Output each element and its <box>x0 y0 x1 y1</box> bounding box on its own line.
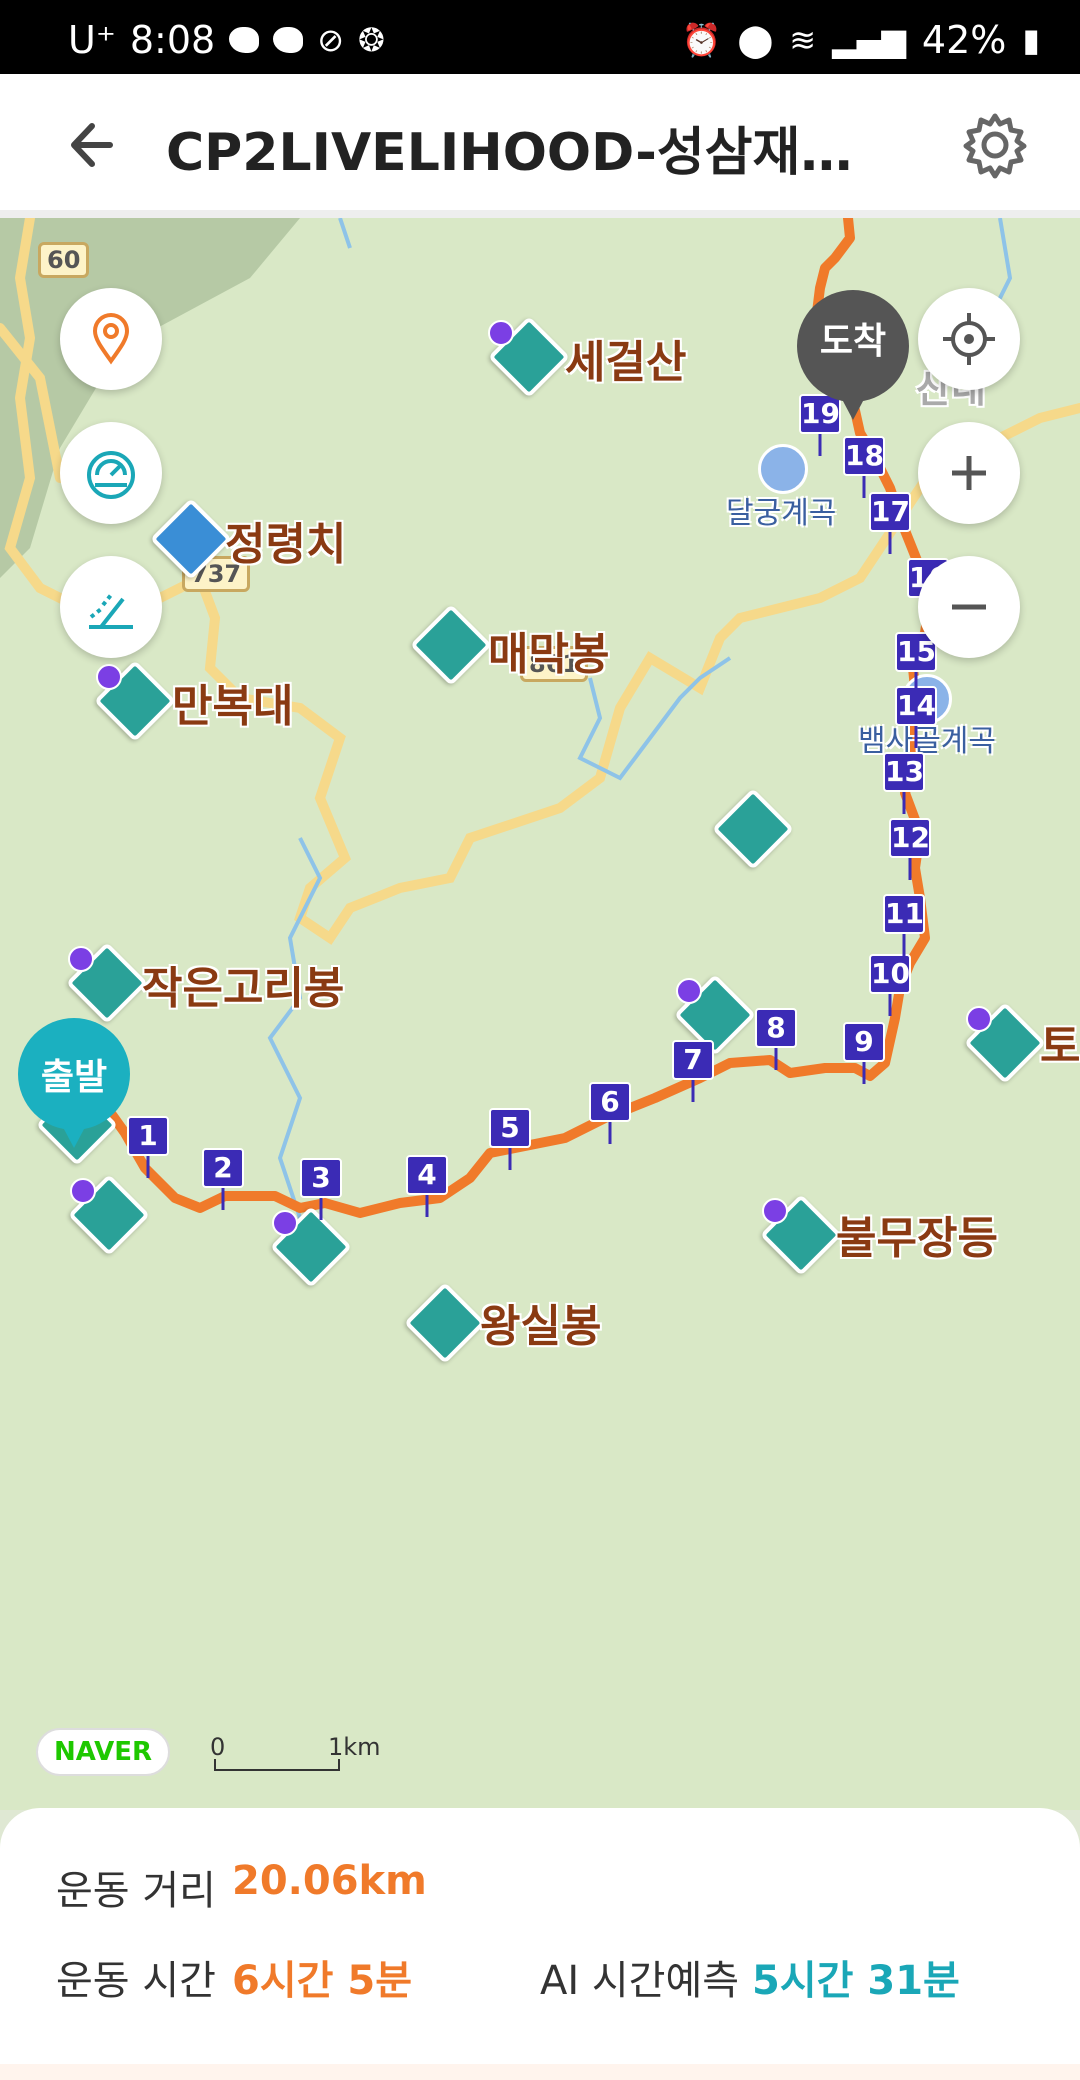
location-icon: ⬤ <box>737 21 774 59</box>
route-marker[interactable]: 9 <box>843 1022 885 1062</box>
waypoint-button[interactable] <box>60 288 162 390</box>
map-view[interactable]: 60 737 861 세걸산 정령치 매막봉 만복대 작은고리봉 토 불무장등 … <box>0 218 1080 1810</box>
alarm-icon: ⏰ <box>681 21 722 59</box>
wifi-icon: ≋ <box>789 21 817 59</box>
poi-label[interactable]: 토 <box>1040 1010 1080 1074</box>
route-marker[interactable]: 10 <box>869 954 911 994</box>
page-title: CP2LIVELIHOOD-성삼재-삼... <box>166 123 866 183</box>
signal-icon: ▂▄▆ <box>832 21 906 59</box>
app-bar: CP2LIVELIHOOD-성삼재-삼... <box>0 74 1080 218</box>
route-marker[interactable]: 5 <box>489 1108 531 1148</box>
route-marker[interactable]: 7 <box>672 1040 714 1080</box>
mountain-badge <box>966 1006 992 1032</box>
poi-label[interactable]: 만복대 <box>172 670 293 734</box>
mountain-badge <box>488 320 514 346</box>
end-pin[interactable]: 도착 <box>797 290 909 430</box>
back-arrow-icon <box>71 123 113 167</box>
scale-bar: 0 1km <box>210 1733 390 1773</box>
route-marker[interactable]: 2 <box>202 1148 244 1188</box>
water-label[interactable]: 달궁계곡 <box>726 488 836 532</box>
ai-time-value: 5시간 31분 <box>752 1958 960 2004</box>
ai-time-label: AI 시간예측 <box>540 1958 740 2004</box>
speedometer-icon <box>87 451 135 499</box>
crosshair-icon <box>943 313 995 365</box>
poi-label[interactable]: 불무장등 <box>836 1202 998 1266</box>
route-marker[interactable]: 17 <box>869 492 911 532</box>
mountain-badge <box>68 946 94 972</box>
poi-label[interactable]: 정령치 <box>225 508 346 572</box>
battery-percent: 42% <box>921 18 1007 62</box>
route-marker[interactable]: 4 <box>406 1155 448 1195</box>
time-label: 운동 시간 <box>56 1958 216 2004</box>
route-marker[interactable]: 12 <box>889 818 931 858</box>
distance-label: 운동 거리 <box>56 1868 216 1914</box>
route-marker[interactable]: 3 <box>300 1158 342 1198</box>
notification-icon <box>229 27 260 53</box>
elevation-button[interactable] <box>60 556 162 658</box>
app-icon: ❂ <box>358 21 385 59</box>
zoom-in-icon <box>952 456 986 490</box>
valley-icon[interactable] <box>758 444 808 494</box>
route-marker[interactable]: 11 <box>883 894 925 934</box>
mountain-badge <box>96 664 122 690</box>
settings-button[interactable] <box>960 110 1030 180</box>
stats-sheet: 운동 거리 20.06km 운동 시간 6시간 5분 AI 시간예측 5시간 3… <box>0 1808 1080 2080</box>
poi-label[interactable]: 세걸산 <box>565 326 686 390</box>
route-marker[interactable]: 18 <box>843 436 885 476</box>
bottom-strip <box>0 2064 1080 2080</box>
poi-label[interactable]: 왕실봉 <box>480 1290 601 1354</box>
location-pin-icon <box>92 313 130 365</box>
zoom-out-button[interactable] <box>918 556 1020 658</box>
start-pin[interactable]: 출발 <box>18 1018 130 1158</box>
route-marker[interactable]: 1 <box>127 1116 169 1156</box>
notification-icon <box>273 27 304 53</box>
route-marker[interactable]: 13 <box>883 752 925 792</box>
poi-label[interactable]: 작은고리봉 <box>142 952 344 1016</box>
back-button[interactable] <box>60 110 130 180</box>
route-marker[interactable]: 8 <box>755 1008 797 1048</box>
poi-label[interactable]: 매막봉 <box>488 618 609 682</box>
mountain-badge <box>676 978 702 1004</box>
status-bar: U⁺ 8:08 ⊘ ❂ ⏰ ⬤ ≋ ▂▄▆ 42% ▮ <box>0 0 1080 74</box>
time-value: 6시간 5분 <box>232 1958 412 2004</box>
zoom-in-button[interactable] <box>918 422 1020 524</box>
clock: 8:08 <box>129 18 216 62</box>
road-badge: 60 <box>38 242 90 278</box>
distance-value: 20.06km <box>232 1858 427 1904</box>
mountain-badge <box>70 1178 96 1204</box>
scale-zero: 0 <box>210 1733 226 1761</box>
route-marker[interactable]: 6 <box>589 1082 631 1122</box>
carrier: U⁺ <box>68 18 116 62</box>
elevation-icon <box>89 593 133 629</box>
scale-km: 1km <box>328 1733 381 1761</box>
no-sound-icon: ⊘ <box>317 21 345 59</box>
gear-icon <box>963 113 1027 179</box>
naver-logo: NAVER <box>36 1728 170 1776</box>
mountain-badge <box>272 1210 298 1236</box>
mountain-badge <box>762 1198 788 1224</box>
speed-button[interactable] <box>60 422 162 524</box>
my-location-button[interactable] <box>918 288 1020 390</box>
battery-icon: ▮ <box>1022 21 1040 59</box>
zoom-out-icon <box>952 604 986 610</box>
